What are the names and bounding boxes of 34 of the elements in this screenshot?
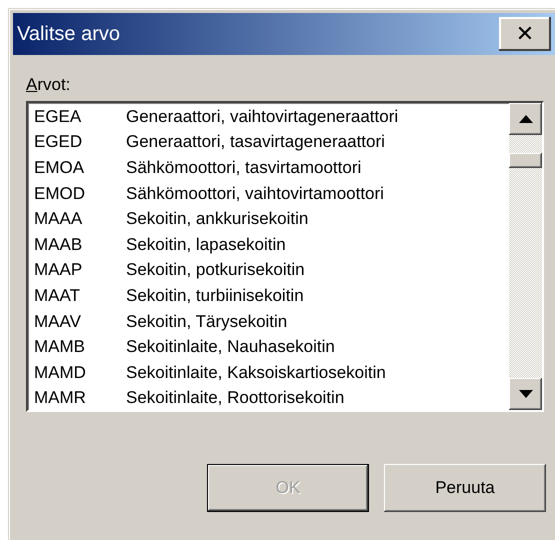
scroll-down-button[interactable] [509, 378, 542, 410]
item-code[interactable]: EGED [34, 132, 126, 152]
item-description[interactable]: Generaattori, vaihtovirtageneraattori [126, 106, 398, 127]
scroll-up-button[interactable] [509, 103, 542, 135]
item-code[interactable]: EMOD [34, 184, 126, 204]
item-code[interactable]: MAAT [34, 286, 126, 306]
item-description[interactable]: Generaattori, tasavirtageneraattori [126, 132, 385, 152]
window-title: Valitse arvo [17, 22, 120, 46]
item-code[interactable]: MAMD [34, 362, 126, 383]
item-description[interactable]: Sekoitinlaite, Nauhasekoitin [126, 337, 335, 358]
scrollbar[interactable] [509, 103, 542, 410]
scroll-thumb[interactable] [509, 153, 542, 168]
item-description[interactable]: Sekoitin, turbiinisekoitin [126, 286, 304, 306]
item-description[interactable]: Sekoitin, ankkurisekoitin [126, 209, 308, 230]
item-description[interactable]: Sekoitinlaite, Kaksoiskartiosekoitin [126, 362, 386, 383]
item-description[interactable]: Sähkömoottori, tasvirtamoottori [126, 158, 362, 178]
item-code[interactable]: MAAA [34, 209, 126, 230]
item-code[interactable]: MAMB [34, 337, 126, 358]
item-code[interactable]: EMOA [34, 158, 126, 178]
item-code[interactable]: MAMR [34, 388, 126, 408]
list-label: Arvot: [26, 75, 70, 95]
item-description[interactable]: Sekoitin, potkurisekoitin [126, 260, 305, 280]
cancel-button[interactable]: Peruuta [384, 464, 546, 512]
item-description[interactable]: Sekoitinlaite, Roottorisekoitin [126, 388, 344, 408]
item-code[interactable]: EGEA [34, 106, 126, 127]
down-arrow-icon [518, 390, 532, 398]
item-description[interactable]: Sekoitin, Tärysekoitin [126, 312, 288, 332]
item-description[interactable]: Sähkömoottori, vaihtovirtamoottori [126, 184, 384, 204]
up-arrow-icon [518, 115, 532, 123]
item-code[interactable]: MAAB [34, 234, 126, 255]
close-button[interactable]: ✕ [499, 17, 551, 51]
item-code[interactable]: MAAV [34, 312, 126, 332]
item-code[interactable]: MAAP [34, 260, 126, 280]
item-description[interactable]: Sekoitin, lapasekoitin [126, 234, 286, 255]
